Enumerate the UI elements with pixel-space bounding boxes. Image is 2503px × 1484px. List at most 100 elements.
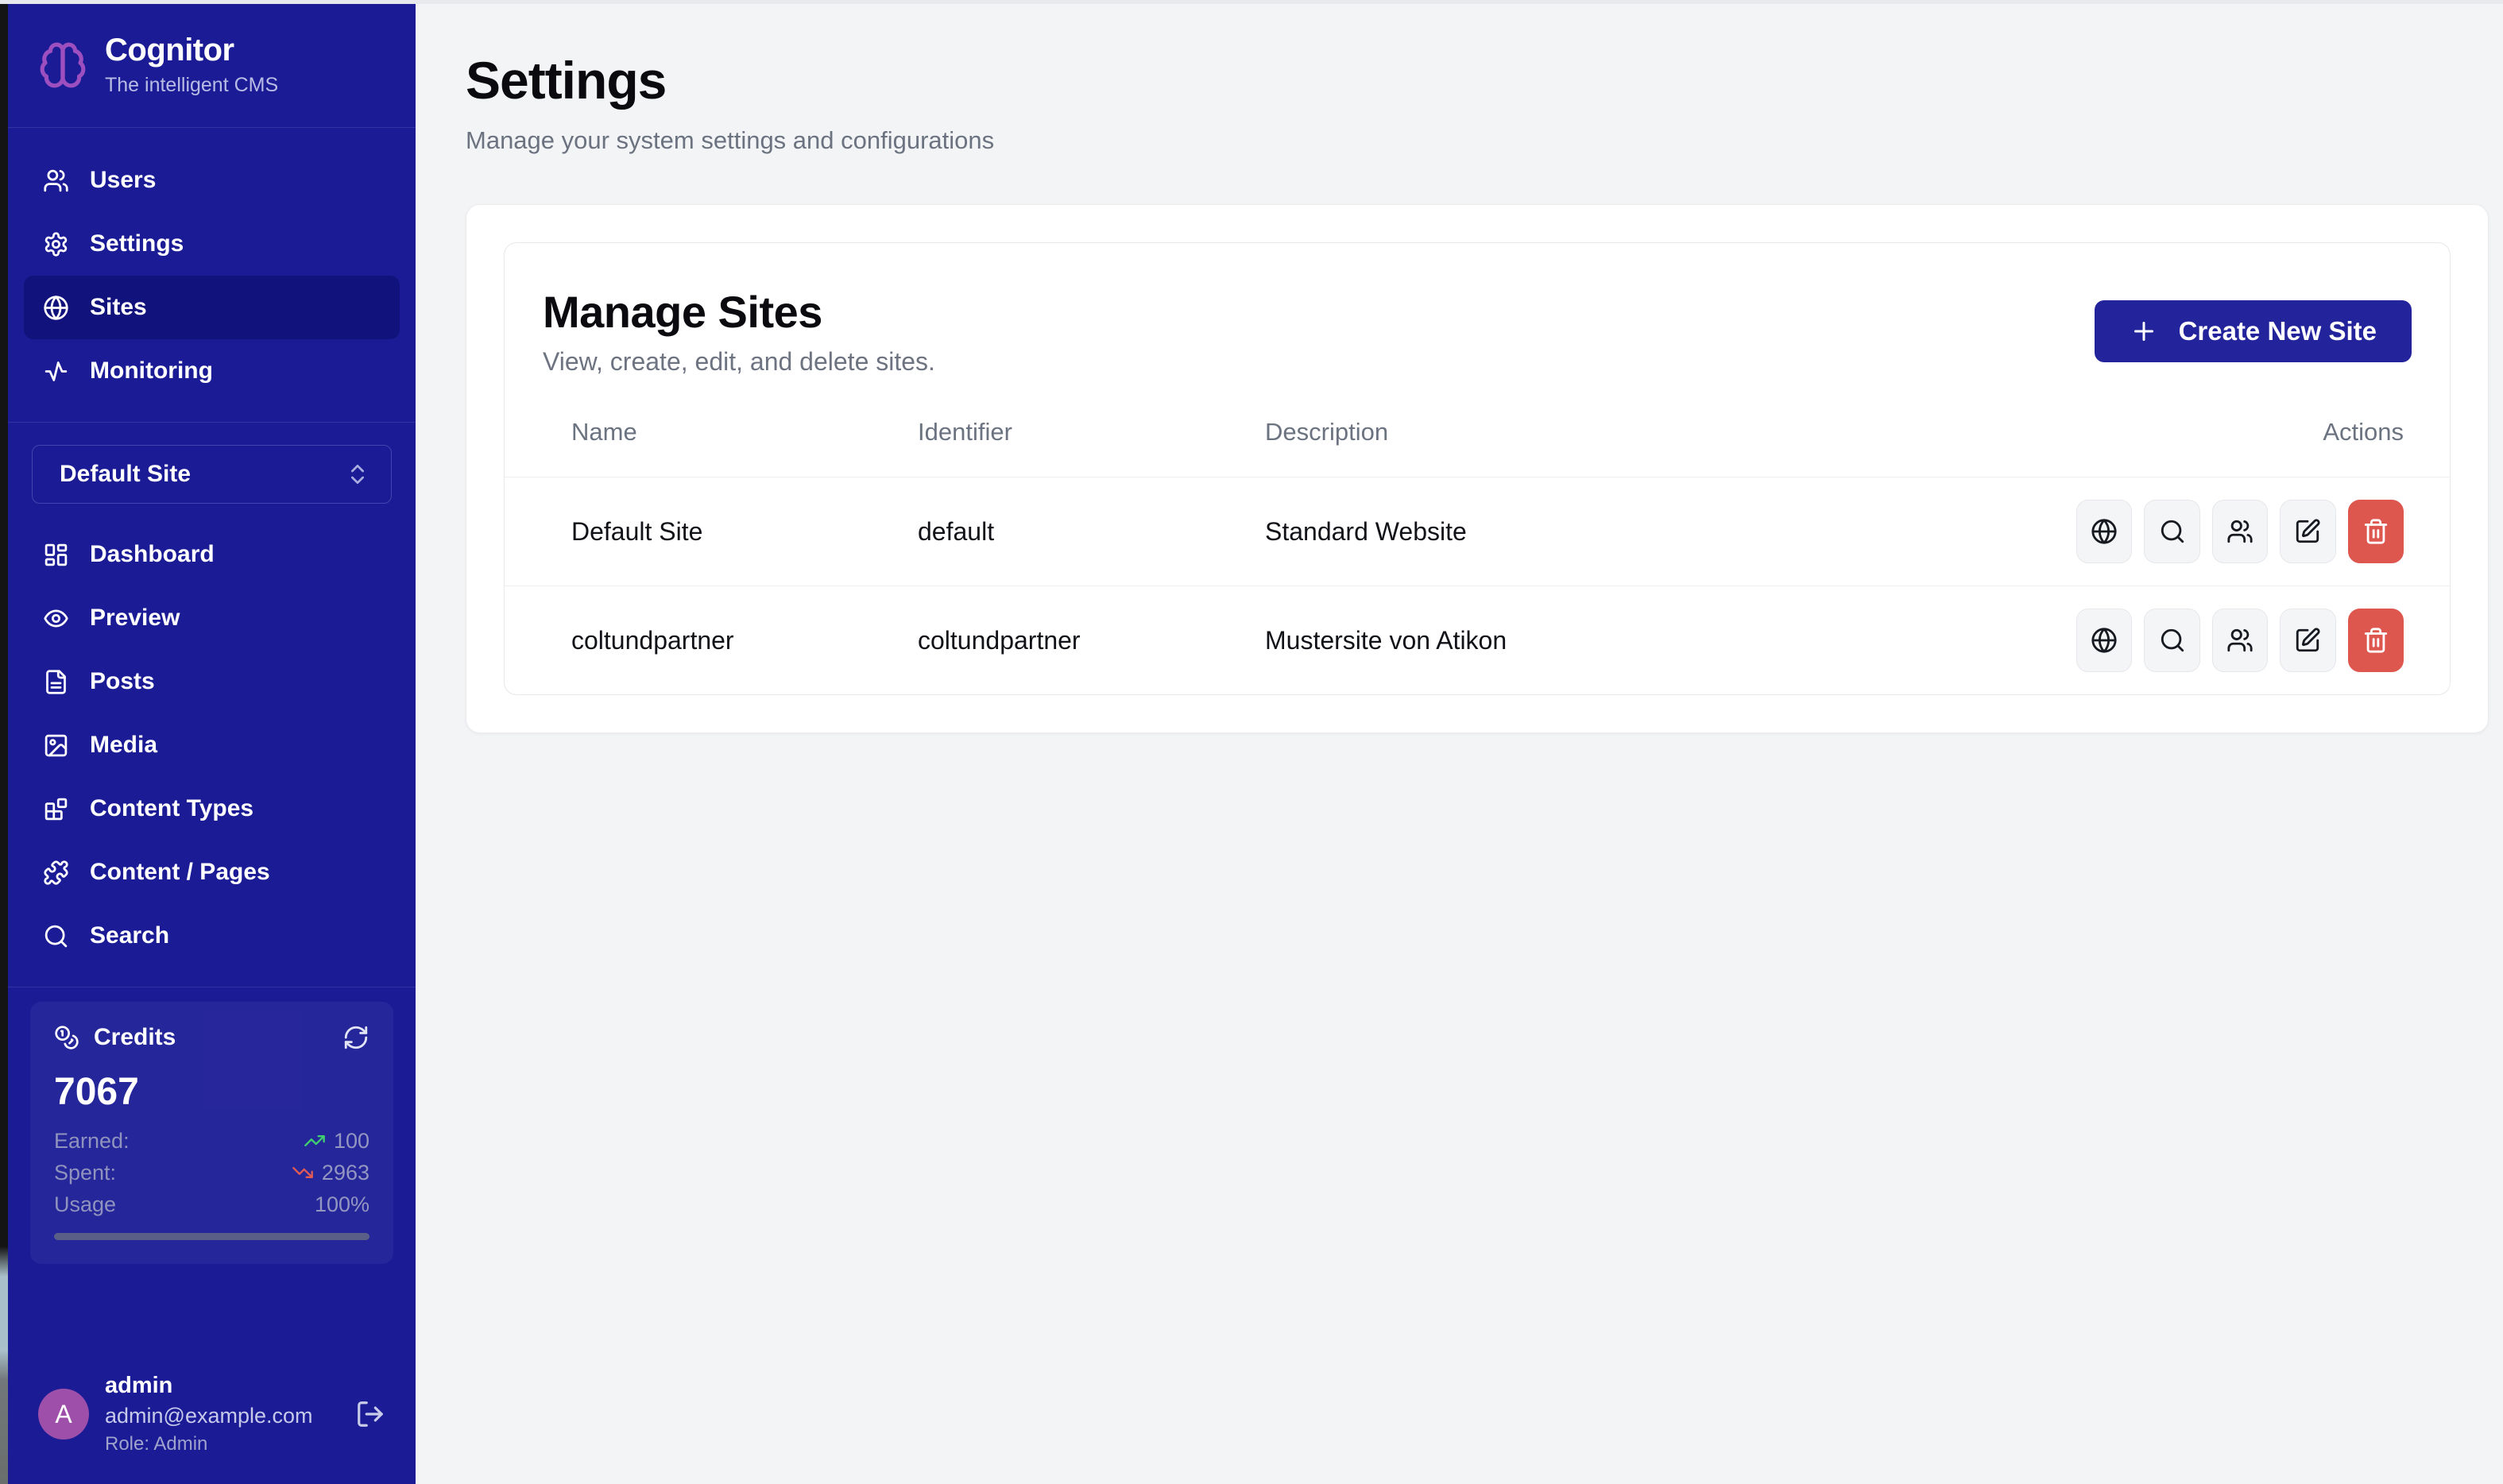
main-content: Settings Manage your system settings and…: [416, 4, 2503, 1484]
table-row: coltundpartner coltundpartner Mustersite…: [505, 586, 2450, 695]
trash-icon: [2362, 627, 2389, 654]
sidebar-item-posts[interactable]: Posts: [24, 650, 400, 713]
credits-earned-label: Earned:: [54, 1125, 130, 1157]
eye-icon: [43, 605, 69, 632]
app-name: Cognitor: [105, 33, 278, 68]
users-icon: [2226, 518, 2253, 545]
site-identifier-cell: default: [918, 477, 1265, 586]
visit-site-button[interactable]: [2076, 500, 2132, 563]
users-icon: [43, 168, 69, 194]
chevrons-up-down-icon: [345, 462, 370, 487]
coins-icon: [54, 1025, 79, 1050]
trash-icon: [2362, 518, 2389, 545]
activity-icon: [43, 358, 69, 385]
image-icon: [43, 732, 69, 759]
search-icon: [2159, 627, 2186, 654]
manage-sites-subtitle: View, create, edit, and delete sites.: [543, 347, 935, 377]
app-brand: Cognitor The intelligent CMS: [8, 4, 416, 128]
sidebar-item-media[interactable]: Media: [24, 713, 400, 777]
usage-progress-fill: [54, 1233, 369, 1240]
page-subtitle: Manage your system settings and configur…: [466, 126, 2503, 155]
user-email: admin@example.com: [105, 1404, 339, 1428]
sidebar-item-preview[interactable]: Preview: [24, 586, 400, 650]
user-role: Role: Admin: [105, 1433, 339, 1455]
credits-spent-label: Spent:: [54, 1157, 116, 1188]
file-text-icon: [43, 669, 69, 695]
site-selector-value: Default Site: [60, 461, 191, 488]
sidebar-item-label: Posts: [90, 668, 155, 695]
visit-site-button[interactable]: [2076, 609, 2132, 672]
sidebar-item-label: Sites: [90, 294, 147, 321]
users-icon: [2226, 627, 2253, 654]
create-new-site-label: Create New Site: [2179, 316, 2377, 346]
sites-table: Name Identifier Description Actions Defa…: [505, 408, 2450, 694]
plus-icon: [2130, 317, 2158, 346]
dashboard-icon: [43, 542, 69, 568]
user-footer: A admin admin@example.com Role: Admin: [8, 1349, 416, 1484]
globe-icon: [2091, 627, 2118, 654]
settings-card: Manage Sites View, create, edit, and del…: [466, 204, 2489, 733]
site-users-button[interactable]: [2212, 609, 2268, 672]
user-name: admin: [105, 1373, 339, 1399]
usage-progress-bar: [54, 1233, 369, 1240]
inspect-site-button[interactable]: [2144, 500, 2199, 563]
manage-sites-title: Manage Sites: [543, 286, 935, 338]
inspect-site-button[interactable]: [2144, 609, 2199, 672]
credits-usage-value: 100%: [315, 1188, 369, 1220]
sidebar-nav-site: Dashboard Preview Posts Media Content Ty…: [8, 504, 416, 987]
site-users-button[interactable]: [2212, 500, 2268, 563]
globe-icon: [43, 295, 69, 321]
table-row: Default Site default Standard Website: [505, 477, 2450, 586]
brain-logo-icon: [38, 41, 87, 90]
sidebar-item-label: Content / Pages: [90, 859, 270, 886]
credits-usage-label: Usage: [54, 1188, 116, 1220]
sidebar-item-sites[interactable]: Sites: [24, 276, 400, 339]
site-selector-dropdown[interactable]: Default Site: [32, 445, 392, 504]
sidebar-item-content-types[interactable]: Content Types: [24, 777, 400, 841]
edit-site-button[interactable]: [2280, 500, 2335, 563]
site-name-cell: Default Site: [505, 477, 918, 586]
sidebar-item-label: Monitoring: [90, 357, 213, 385]
table-header-row: Name Identifier Description Actions: [505, 408, 2450, 477]
manage-sites-header: Manage Sites View, create, edit, and del…: [505, 243, 2450, 408]
gear-icon: [43, 231, 69, 257]
sidebar-item-settings[interactable]: Settings: [24, 212, 400, 276]
site-description-cell: Mustersite von Atikon: [1265, 586, 2076, 695]
credits-spent-value: 2963: [322, 1157, 369, 1188]
credits-panel: Credits 7067 Earned: 100 Spent: 2963 Usa…: [30, 1002, 393, 1264]
sidebar: Cognitor The intelligent CMS Users Setti…: [8, 4, 416, 1484]
delete-site-button[interactable]: [2348, 500, 2404, 563]
log-out-icon[interactable]: [355, 1399, 385, 1429]
sidebar-item-label: Dashboard: [90, 541, 215, 568]
avatar-initial: A: [55, 1400, 72, 1429]
sidebar-item-monitoring[interactable]: Monitoring: [24, 339, 400, 403]
edit-site-button[interactable]: [2280, 609, 2335, 672]
sidebar-nav-system: Users Settings Sites Monitoring: [8, 128, 416, 422]
window-top-edge: [0, 0, 2503, 4]
avatar: A: [38, 1389, 89, 1440]
sidebar-item-users[interactable]: Users: [24, 149, 400, 212]
sidebar-item-content-pages[interactable]: Content / Pages: [24, 841, 400, 904]
trending-down-icon: [292, 1161, 314, 1184]
column-header-actions: Actions: [2076, 408, 2450, 477]
puzzle-icon: [43, 860, 69, 886]
refresh-icon[interactable]: [342, 1024, 369, 1051]
sidebar-item-dashboard[interactable]: Dashboard: [24, 523, 400, 586]
sidebar-item-label: Settings: [90, 230, 184, 257]
column-header-identifier: Identifier: [918, 408, 1265, 477]
credits-earned-value: 100: [334, 1125, 369, 1157]
edit-icon: [2294, 518, 2321, 545]
credits-balance: 7067: [54, 1070, 369, 1114]
create-new-site-button[interactable]: Create New Site: [2095, 300, 2412, 362]
column-header-name: Name: [505, 408, 918, 477]
globe-icon: [2091, 518, 2118, 545]
search-icon: [43, 923, 69, 949]
sidebar-item-label: Preview: [90, 605, 180, 632]
page-title: Settings: [466, 50, 2503, 110]
app-tagline: The intelligent CMS: [105, 74, 278, 97]
sidebar-item-search[interactable]: Search: [24, 904, 400, 968]
row-actions: [2076, 609, 2450, 672]
sidebar-item-label: Media: [90, 732, 157, 759]
edit-icon: [2294, 627, 2321, 654]
delete-site-button[interactable]: [2348, 609, 2404, 672]
